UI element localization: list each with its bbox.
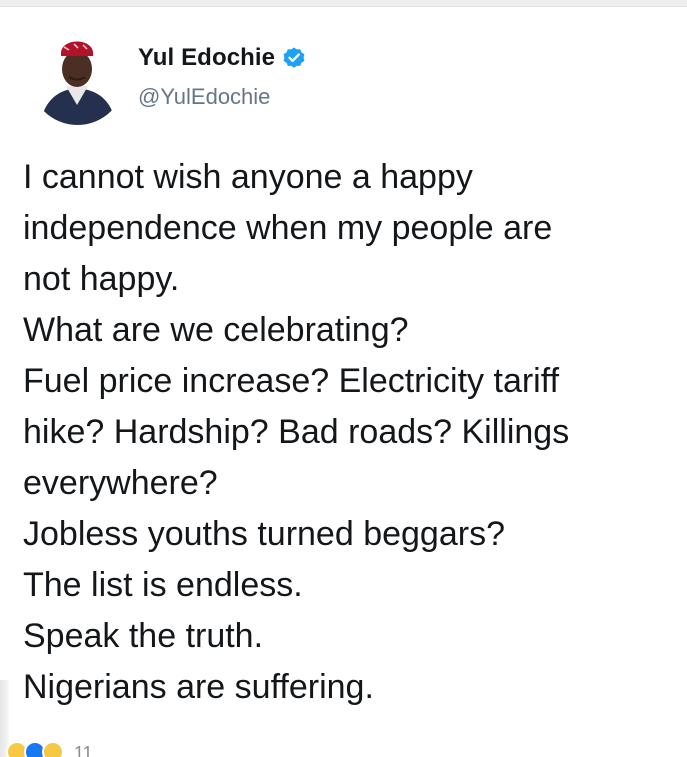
tweet-line: I cannot wish anyone a happy (23, 158, 473, 196)
reaction-count: 11 (74, 743, 93, 757)
tweet-text: I cannot wish anyone a happy independenc… (23, 152, 673, 713)
name-row: Yul Edochie (138, 42, 618, 74)
author-info: Yul Edochie @YulEdochie (138, 42, 618, 110)
reactions-bar[interactable]: 11 (6, 741, 93, 757)
profile-photo-icon (30, 30, 125, 125)
tweet-line: Fuel price increase? Electricity tariff (23, 362, 560, 400)
avatar[interactable] (30, 30, 125, 125)
tweet-line: The list is endless. (23, 566, 303, 604)
haha-reaction-icon (42, 741, 64, 757)
tweet-line: Jobless youths turned beggars? (23, 515, 505, 553)
tweet-line: everywhere? (23, 464, 218, 502)
tweet-line: Speak the truth. (23, 617, 264, 655)
tweet-line: What are we celebrating? (23, 311, 409, 349)
user-handle[interactable]: @YulEdochie (138, 84, 618, 110)
tweet-line: Nigerians are suffering. (23, 668, 374, 706)
verified-badge-icon (282, 46, 306, 70)
tweet-card: Yul Edochie @YulEdochie I cannot wish an… (0, 0, 687, 757)
tweet-line: not happy. (23, 260, 180, 298)
display-name[interactable]: Yul Edochie (138, 44, 275, 72)
tweet-line: independence when my people are (23, 209, 553, 247)
tweet-header: Yul Edochie @YulEdochie (30, 30, 650, 130)
tweet-line: hike? Hardship? Bad roads? Killings (23, 413, 570, 451)
